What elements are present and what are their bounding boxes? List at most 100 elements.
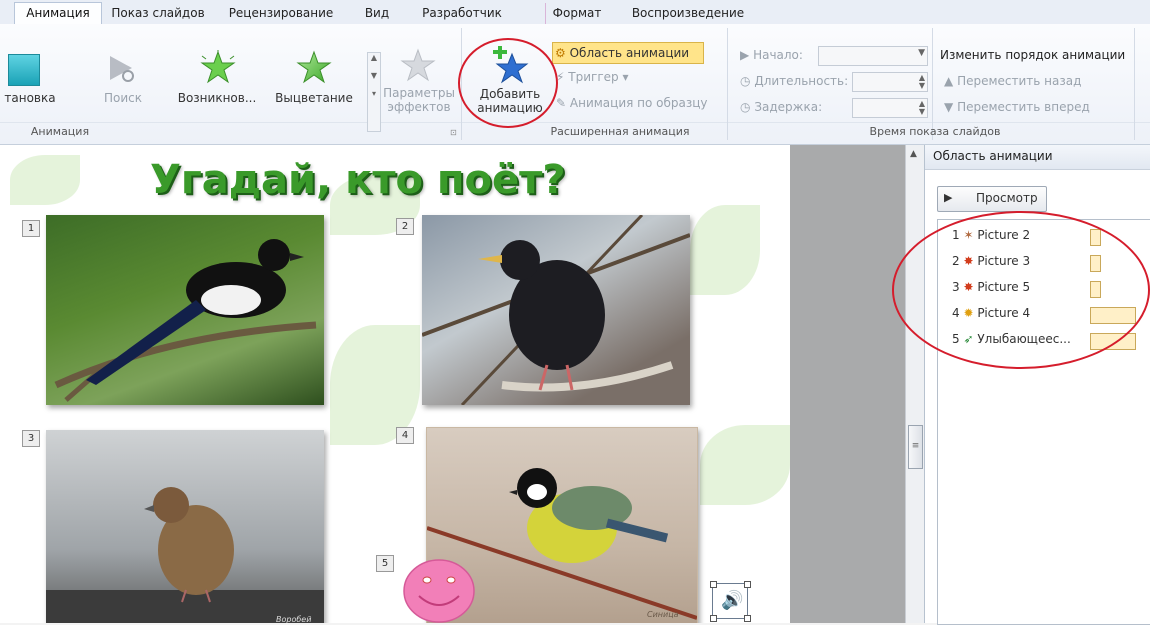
play-icon: ▶ [944,191,953,204]
animation-list-item[interactable]: 4 ✹ Picture 4 [952,306,1030,324]
scroll-up-icon[interactable]: ▲ [910,149,917,159]
slide-vertical-scrollbar[interactable]: ▲ ≡ [905,145,924,623]
start-text: Начало: [753,48,803,62]
animation-list-item[interactable]: 5 ➶ Улыбающеес... [952,332,1071,350]
animation-order-number: 4 [952,306,960,320]
effect-options-star-icon[interactable] [400,48,436,84]
ribbon-separator [461,28,462,140]
delay-spinner[interactable]: ▲ ▼ [852,98,928,118]
timing-bar[interactable] [1090,307,1136,324]
timing-bar[interactable] [1090,255,1101,272]
spinner-icon: ▲ ▼ [918,99,925,116]
trigger-button[interactable]: ⚡ Триггер ▾ [556,70,628,84]
clock-icon: ◷ [740,100,751,114]
duration-label: ◷ Длительность: [740,74,848,88]
selection-handle[interactable] [744,615,751,622]
slide-title[interactable]: Угадай, кто поёт? [150,157,566,203]
effect-appear-icon[interactable] [8,54,40,86]
animation-order-number: 5 [952,332,960,346]
move-later-label: Переместить вперед [957,100,1090,114]
entrance-effect-icon: ✸ [963,280,974,294]
animation-item-name: Picture 4 [977,306,1031,320]
photo-sparrow[interactable]: Воробей [46,430,324,623]
gallery-item-label[interactable]: Возникнов... [168,91,266,105]
move-later-button[interactable]: ▼ Переместить вперед [944,100,1090,114]
gallery-item-label[interactable]: Выцветание [266,91,362,105]
speaker-icon: 🔊 [721,590,744,611]
ribbon-separator [1134,28,1135,140]
delay-text: Задержка: [754,100,823,114]
animation-painter-button[interactable]: ✎ Анимация по образцу [556,96,708,110]
animation-tag: 5 [376,555,394,572]
delay-label: ◷ Задержка: [740,100,822,114]
animation-pane: Область анимации ▶ Просмотр 1 ✶ Picture … [924,145,1150,625]
animation-painter-label: Анимация по образцу [569,96,708,110]
add-animation-button[interactable]: Добавить анимацию [470,87,550,115]
preview-button[interactable]: ▶ Просмотр [937,186,1047,212]
animation-tag: 2 [396,218,414,235]
gallery-item-label[interactable]: тановка [0,91,60,105]
gallery-scrollbar[interactable]: ▲ ▼ ▾ [367,52,381,132]
animation-list-item[interactable]: 2 ✸ Picture 3 [952,254,1030,272]
selection-handle[interactable] [710,615,717,622]
timing-bar[interactable] [1090,333,1136,350]
animation-item-name: Picture 5 [977,280,1031,294]
animation-item-name: Picture 3 [977,254,1031,268]
chevron-down-icon: ▼ [918,48,925,58]
group-label-animation: Анимация [30,125,90,138]
magpie-illustration [54,239,317,402]
spinner-icon: ▲ ▼ [918,73,925,90]
fade-star-icon[interactable] [296,50,332,86]
animation-item-name: Picture 2 [977,228,1031,242]
photo-caption: Воробей [276,615,312,623]
tab-animation[interactable]: Анимация [14,2,102,26]
clock-icon: ◷ [740,74,751,88]
tab-format[interactable]: Формат [545,3,608,24]
search-effect-icon[interactable] [106,52,138,86]
photo-magpie[interactable] [46,215,324,405]
butterfly-decoration [700,425,790,505]
tab-developer[interactable]: Разработчик [410,3,514,24]
duration-text: Длительность: [754,74,849,88]
photo-starling[interactable] [422,215,690,405]
effect-options-button[interactable]: Параметры эффектов [382,86,456,114]
appear-star-icon[interactable] [200,50,236,86]
animation-list-item[interactable]: 1 ✶ Picture 2 [952,228,1030,246]
animation-pane-icon: ⚙ [555,46,566,60]
tab-slideshow[interactable]: Показ слайдов [108,3,208,24]
move-earlier-button[interactable]: ▲ Переместить назад [944,74,1081,88]
selection-handle[interactable] [710,581,717,588]
duration-spinner[interactable]: ▲ ▼ [852,72,928,92]
starling-illustration [422,215,690,405]
brush-icon: ✎ [556,96,567,110]
reorder-title: Изменить порядок анимации [940,48,1126,62]
photo-caption: Синица [647,610,679,619]
animation-pane-button[interactable]: ⚙ Область анимации [552,42,704,64]
ribbon-separator [727,28,728,140]
gallery-item-label[interactable]: Поиск [98,91,148,105]
add-animation-icon[interactable] [490,46,530,86]
lightning-icon: ⚡ [556,70,565,84]
animation-list-item[interactable]: 3 ✸ Picture 5 [952,280,1030,298]
animation-order-number: 3 [952,280,960,294]
triangle-down-icon: ▼ [944,100,954,114]
timing-bar[interactable] [1090,281,1101,298]
group-label-timing: Время показа слайдов [869,125,1001,138]
smiley-face-shape[interactable] [402,558,476,623]
selection-handle[interactable] [744,581,751,588]
scroll-thumb[interactable]: ≡ [908,425,923,469]
dialog-launcher-icon[interactable]: ⊡ [450,128,457,137]
ribbon: тановка Поиск Возникнов... Выцветание ▲ ▼… [0,24,1150,145]
start-select[interactable]: ▼ [818,46,928,66]
triangle-up-icon: ▲ [944,74,954,88]
slide-canvas[interactable]: Угадай, кто поёт? 1 2 3 Воробей 4 Синица… [0,145,790,623]
animation-pane-label: Область анимации [569,46,690,60]
timing-bar[interactable] [1090,229,1101,246]
tab-review[interactable]: Рецензирование [218,3,344,24]
motion-effect-icon: ➶ [963,332,974,346]
tab-view[interactable]: Вид [358,3,396,24]
tab-playback[interactable]: Воспроизведение [622,3,754,24]
audio-object[interactable]: 🔊 [710,581,751,622]
play-small-icon: ▶ [740,48,750,62]
animation-tag: 3 [22,430,40,447]
